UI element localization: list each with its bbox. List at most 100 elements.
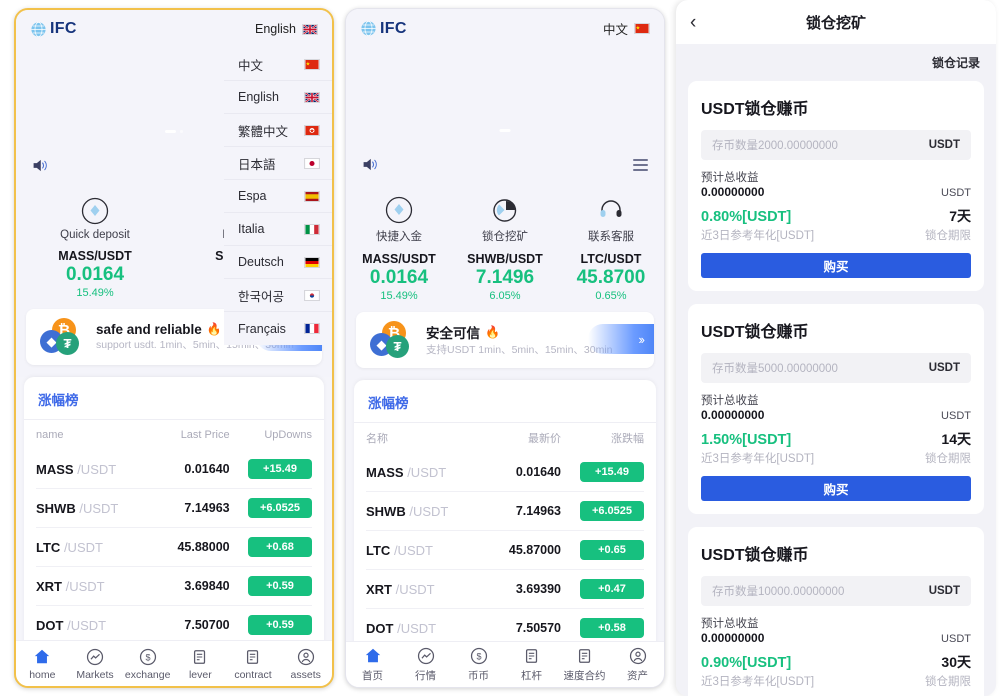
promo-banner[interactable]: ₿ ◆ ₮ 安全可信 🔥 支持USDT 1min、5min、15min、30mi… xyxy=(356,312,654,368)
row-quote: /USDT xyxy=(65,578,105,594)
amount-input[interactable]: 存币数量2000.00000000 USDT xyxy=(701,130,971,160)
row-base: DOT xyxy=(366,620,394,636)
ticker-change: 15.49% xyxy=(380,290,418,302)
tab-contract[interactable]: contract xyxy=(227,647,280,681)
tab-home[interactable]: home xyxy=(16,647,69,681)
table-row[interactable]: SHWB /USDT 7.14963 +6.0525 xyxy=(36,489,312,528)
table-row[interactable]: MASS /USDT 0.01640 +15.49 xyxy=(36,450,312,489)
amount-unit: USDT xyxy=(928,585,960,597)
quick-action-label: 快捷入金 xyxy=(375,231,422,243)
language-option-label: English xyxy=(238,90,279,104)
deposit-diamond-icon xyxy=(346,193,452,227)
price-ticker[interactable]: SHWB/USDT 7.1496 6.05% xyxy=(452,252,558,302)
language-option-fr[interactable]: Français xyxy=(224,312,332,345)
language-option-en[interactable]: English xyxy=(224,81,332,114)
globe-icon xyxy=(31,21,46,37)
table-row[interactable]: LTC /USDT 45.87000 +0.65 xyxy=(366,531,644,570)
price-ticker[interactable]: MASS/USDT 0.0164 15.49% xyxy=(346,252,452,302)
quick-action-lock-mining[interactable]: 锁仓挖矿 xyxy=(452,193,558,244)
carousel-dot-active[interactable] xyxy=(499,129,511,132)
table-row[interactable]: XRT /USDT 3.69390 +0.47 xyxy=(366,570,644,609)
hot-flame-icon: 🔥 xyxy=(485,325,500,340)
tab-home[interactable]: 首页 xyxy=(346,646,399,683)
tab-lever[interactable]: lever xyxy=(174,647,227,681)
row-price: 7.14963 xyxy=(184,501,230,515)
hero-section: IFC 中文 xyxy=(346,9,664,187)
hamburger-icon[interactable] xyxy=(633,159,648,171)
language-option-ja[interactable]: 日本語 xyxy=(224,147,332,180)
language-selector[interactable]: 中文 xyxy=(603,19,650,38)
ticker-value: 7.1496 xyxy=(475,267,535,288)
language-option-zh-hant[interactable]: 繁體中文 xyxy=(224,114,332,147)
row-change: +6.0525 xyxy=(561,501,644,521)
row-change: +0.65 xyxy=(561,540,644,560)
amount-input[interactable]: 存币数量10000.00000000 USDT xyxy=(701,576,971,606)
fr-flag-icon xyxy=(304,323,320,334)
language-option-zh[interactable]: 中文 xyxy=(224,48,332,81)
language-option-de[interactable]: Deutsch xyxy=(224,246,332,279)
profit-label: 预计总收益 xyxy=(701,172,759,184)
buy-button[interactable]: 购买 xyxy=(701,476,971,501)
speaker-icon[interactable] xyxy=(362,157,378,172)
table-row[interactable]: LTC /USDT 45.88000 +0.68 xyxy=(36,528,312,567)
tab-assets[interactable]: assets xyxy=(279,647,332,681)
tab-markets[interactable]: Markets xyxy=(69,647,122,681)
bottom-tabbar: 首页 行情 $ 币币 杠杆 速度合约 资产 xyxy=(346,641,664,687)
hero-topbar: IFC English xyxy=(16,10,332,38)
phone-panel-lock-mining: ‹ 锁仓挖矿 锁仓记录 USDT锁仓赚币 存币数量2000.00000000 U… xyxy=(676,0,996,696)
tab-markets[interactable]: 行情 xyxy=(399,646,452,683)
table-header: 名称 最新价 涨跌幅 xyxy=(366,423,644,453)
quick-action-deposit[interactable]: 快捷入金 xyxy=(346,193,452,244)
amount-input[interactable]: 存币数量5000.00000000 USDT xyxy=(701,353,971,383)
deposit-diamond-icon xyxy=(16,194,174,228)
lock-term-label: 锁仓期限 xyxy=(925,453,971,465)
ticker-change: 6.05% xyxy=(489,290,521,302)
table-row[interactable]: SHWB /USDT 7.14963 +6.0525 xyxy=(366,492,644,531)
price-ticker[interactable]: LTC/USDT 45.8700 0.65% xyxy=(558,252,664,302)
language-option-it[interactable]: Italia xyxy=(224,213,332,246)
language-option-label: 日本語 xyxy=(238,157,276,172)
amount-placeholder: 存币数量2000.00000000 xyxy=(712,140,838,152)
row-symbol: SHWB /USDT xyxy=(36,501,139,516)
row-quote: /USDT xyxy=(397,620,437,636)
price-ticker[interactable]: MASS/USDT 0.0164 15.49% xyxy=(16,249,174,299)
profit-label: 预计总收益 xyxy=(701,395,759,407)
tab-contract[interactable]: 速度合约 xyxy=(558,646,611,683)
buy-button[interactable]: 购买 xyxy=(701,253,971,278)
table-row[interactable]: MASS /USDT 0.01640 +15.49 xyxy=(366,453,644,492)
carousel-indicator[interactable] xyxy=(165,130,183,133)
table-row[interactable]: XRT /USDT 3.69840 +0.59 xyxy=(36,567,312,606)
row-base: LTC xyxy=(36,539,61,555)
language-option-ko[interactable]: 한국어공 xyxy=(224,279,332,312)
home-icon xyxy=(16,647,69,667)
quick-action-support[interactable]: 联系客服 xyxy=(558,193,664,244)
tab-exchange[interactable]: $ 币币 xyxy=(452,646,505,683)
profit-unit: USDT xyxy=(941,187,971,199)
row-symbol: LTC /USDT xyxy=(36,540,139,555)
lock-term-label: 锁仓期限 xyxy=(925,676,971,688)
tab-exchange[interactable]: $ exchange xyxy=(121,647,174,681)
de-flag-icon xyxy=(304,256,320,268)
tab-assets[interactable]: 资产 xyxy=(611,646,664,683)
carousel-dot-active[interactable] xyxy=(165,130,176,133)
carousel-indicator[interactable] xyxy=(499,129,511,132)
speaker-icon[interactable] xyxy=(32,158,48,173)
lock-records-link[interactable]: 锁仓记录 xyxy=(688,44,984,81)
change-badge: +0.65 xyxy=(580,540,644,560)
row-price: 3.69390 xyxy=(515,582,562,596)
carousel-dot[interactable] xyxy=(180,130,183,133)
row-price: 7.50570 xyxy=(515,621,562,635)
tab-lever[interactable]: 杠杆 xyxy=(505,646,558,683)
annual-rate-note: 近3日参考年化[USDT] xyxy=(701,230,815,242)
row-price: 45.88000 xyxy=(177,540,230,554)
quick-action-quick-deposit[interactable]: Quick deposit xyxy=(16,194,174,241)
lock-days: 14天 xyxy=(941,431,971,447)
tab-label: 资产 xyxy=(627,670,648,682)
double-chevron-right-icon[interactable]: ›› xyxy=(588,324,654,354)
ticker-change: 15.49% xyxy=(76,287,114,299)
language-selector[interactable]: English xyxy=(255,22,318,36)
language-dropdown[interactable]: 中文 English 繁體中文 日本語 Espa Italia Deutsch … xyxy=(224,48,332,345)
amount-unit: USDT xyxy=(928,139,960,151)
language-option-es[interactable]: Espa xyxy=(224,180,332,213)
quick-action-label: 联系客服 xyxy=(587,231,634,243)
